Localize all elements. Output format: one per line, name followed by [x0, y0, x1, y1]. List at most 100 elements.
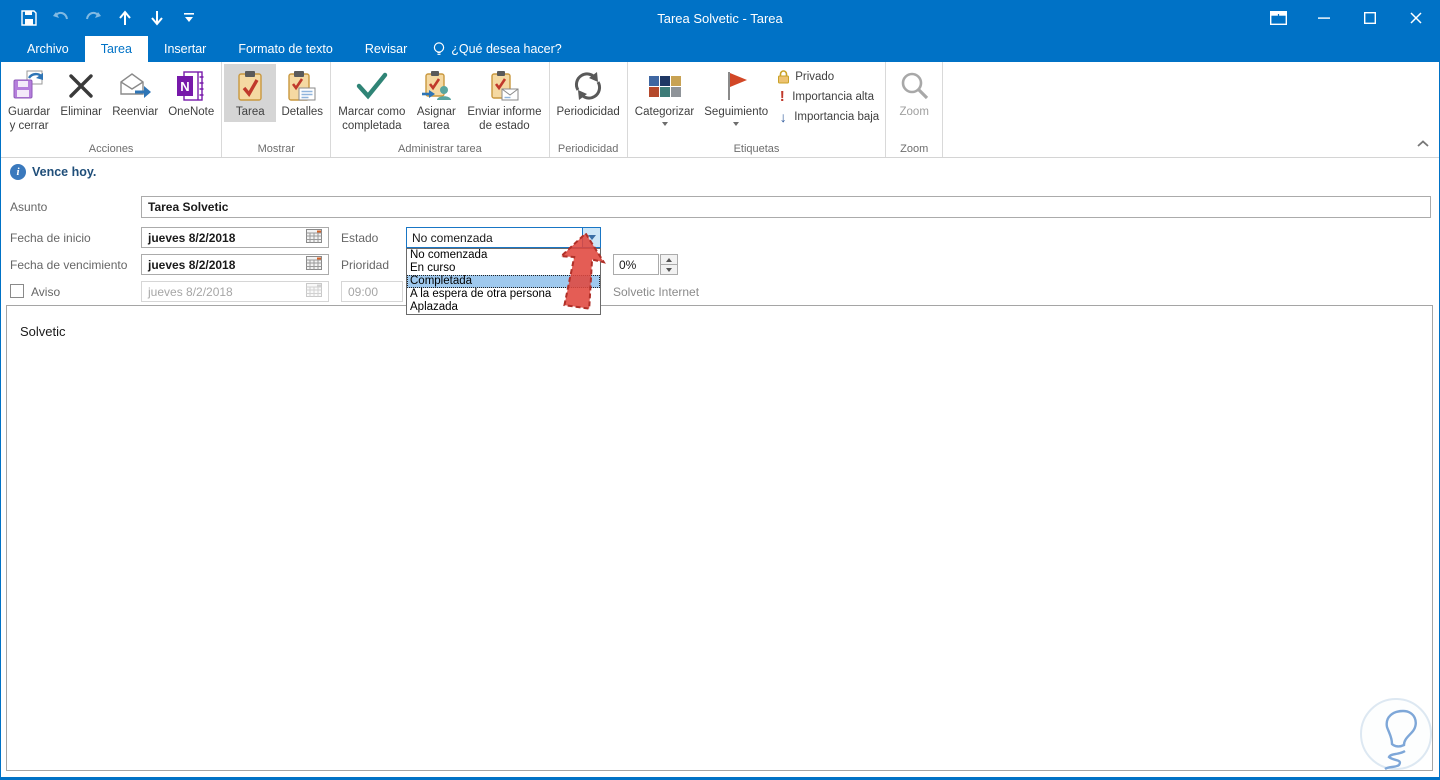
button-label: Categorizar: [634, 106, 695, 118]
spin-up-button[interactable]: [660, 254, 678, 265]
window-title: Tarea Solvetic - Tarea: [657, 10, 783, 26]
group-acciones: Guardar y cerrar Eliminar Reenviar N One…: [1, 62, 223, 157]
guardar-y-cerrar-button[interactable]: Guardar y cerrar: [3, 64, 55, 136]
privado-button[interactable]: Privado: [777, 70, 879, 84]
date-picker-icon[interactable]: [306, 229, 322, 246]
assign-task-icon: [420, 68, 452, 104]
aviso-hora-value: 09:00: [348, 284, 379, 299]
zoom-button[interactable]: Zoom: [888, 64, 940, 122]
fecha-inicio-field[interactable]: jueves 8/2/2018: [141, 227, 329, 248]
task-notes-body[interactable]: Solvetic: [6, 305, 1433, 771]
reenviar-button[interactable]: Reenviar: [107, 64, 163, 122]
fecha-inicio-label: Fecha de inicio: [10, 231, 91, 245]
percent-spinner: [660, 254, 678, 275]
flag-icon: [723, 68, 749, 104]
enviar-informe-de-estado-button[interactable]: Enviar informe de estado: [462, 64, 546, 136]
solvetic-watermark-icon: [1359, 697, 1433, 776]
minimize-button[interactable]: [1301, 0, 1347, 36]
date-picker-icon[interactable]: [306, 256, 322, 273]
forward-mail-icon: [119, 68, 152, 104]
onenote-button[interactable]: N OneNote: [163, 64, 219, 122]
customize-qat-icon[interactable]: [175, 5, 203, 31]
svg-text:N: N: [181, 79, 190, 94]
group-label-mostrar: Mostrar: [257, 143, 295, 155]
importancia-alta-button[interactable]: ! Importancia alta: [777, 88, 879, 105]
aviso-checkbox[interactable]: [10, 284, 24, 298]
redo-icon[interactable]: [79, 5, 107, 31]
button-label: Detalles: [281, 106, 324, 118]
button-label: Reenviar: [112, 106, 159, 118]
recurrence-icon: [572, 68, 604, 104]
button-label: Eliminar: [60, 106, 102, 118]
categorizar-button[interactable]: Categorizar: [630, 64, 699, 128]
importancia-baja-button[interactable]: ↓ Importancia baja: [777, 109, 880, 125]
eliminar-button[interactable]: Eliminar: [55, 64, 107, 122]
estado-label: Estado: [341, 231, 379, 245]
tell-me-box[interactable]: ¿Qué desea hacer?: [423, 36, 572, 62]
button-label: Zoom: [899, 106, 929, 118]
task-window: Tarea Solvetic - Tarea Archivo Tarea Ins…: [0, 0, 1440, 780]
task-form: i Vence hoy. Asunto Tarea Solvetic Fecha…: [1, 158, 1439, 777]
fecha-inicio-value: jueves 8/2/2018: [148, 230, 236, 245]
button-label: Importancia baja: [794, 111, 880, 123]
spin-down-button[interactable]: [660, 265, 678, 275]
high-importance-icon: !: [779, 88, 785, 105]
save-icon[interactable]: [15, 5, 43, 31]
chevron-up-icon: [666, 257, 672, 262]
close-button[interactable]: [1393, 0, 1439, 36]
button-label: Marcar como completada: [338, 106, 406, 132]
detalles-button[interactable]: Detalles: [276, 64, 328, 122]
titlebar: Tarea Solvetic - Tarea: [1, 0, 1439, 36]
asignar-tarea-button[interactable]: Asignar tarea: [410, 64, 462, 136]
group-label-acciones: Acciones: [88, 143, 134, 155]
group-periodicidad: Periodicidad Periodicidad: [550, 62, 628, 157]
details-clipboard-icon: [287, 68, 317, 104]
date-picker-icon-disabled: [306, 283, 322, 300]
group-label-administrar-tarea: Administrar tarea: [397, 143, 482, 155]
button-label: Importancia alta: [792, 90, 875, 103]
fecha-vencimiento-field[interactable]: jueves 8/2/2018: [141, 254, 329, 275]
previous-item-icon[interactable]: [111, 5, 139, 31]
button-label: Tarea: [235, 106, 265, 118]
tarea-button[interactable]: Tarea: [224, 64, 277, 122]
percent-complete-field[interactable]: 0%: [613, 254, 659, 275]
asunto-label: Asunto: [10, 200, 48, 214]
button-label: Seguimiento: [704, 106, 769, 118]
magnifier-icon: [899, 68, 929, 104]
low-importance-icon: ↓: [779, 109, 787, 125]
owner-text: Solvetic Internet: [613, 285, 700, 299]
button-label: OneNote: [168, 106, 215, 118]
next-item-icon[interactable]: [143, 5, 171, 31]
save-close-icon: [12, 68, 46, 104]
seguimiento-button[interactable]: Seguimiento: [699, 64, 773, 128]
tab-archivo[interactable]: Archivo: [11, 36, 85, 62]
tab-formato-de-texto[interactable]: Formato de texto: [222, 36, 349, 62]
periodicidad-button[interactable]: Periodicidad: [552, 64, 625, 122]
collapse-ribbon-icon[interactable]: [1417, 139, 1429, 151]
asunto-value: Tarea Solvetic: [148, 200, 229, 214]
group-administrar-tarea: Marcar como completada Asignar tarea Env…: [331, 62, 550, 157]
tell-me-label: ¿Qué desea hacer?: [451, 42, 562, 56]
button-label: Guardar y cerrar: [8, 106, 51, 132]
aviso-fecha-value: jueves 8/2/2018: [148, 284, 233, 299]
ribbon-display-options-icon[interactable]: [1255, 0, 1301, 36]
button-label: Asignar tarea: [416, 106, 456, 132]
maximize-button[interactable]: [1347, 0, 1393, 36]
asunto-field[interactable]: Tarea Solvetic: [141, 196, 1431, 218]
delete-icon: [67, 68, 95, 104]
annotation-arrow-icon: [546, 228, 613, 320]
marcar-como-completada-button[interactable]: Marcar como completada: [333, 64, 410, 136]
quick-access-toolbar: [1, 5, 203, 31]
tab-revisar[interactable]: Revisar: [349, 36, 423, 62]
group-label-zoom: Zoom: [900, 143, 929, 155]
lightbulb-icon: [434, 41, 445, 55]
undo-icon[interactable]: [47, 5, 75, 31]
aviso-hora-field[interactable]: 09:00: [341, 281, 403, 302]
group-label-periodicidad: Periodicidad: [557, 143, 619, 155]
info-icon: i: [10, 164, 26, 180]
tab-insertar[interactable]: Insertar: [148, 36, 222, 62]
dropdown-caret-icon: [661, 121, 668, 126]
tab-tarea[interactable]: Tarea: [84, 36, 148, 62]
aviso-fecha-field[interactable]: jueves 8/2/2018: [141, 281, 329, 302]
infobar-text: Vence hoy.: [32, 165, 97, 179]
